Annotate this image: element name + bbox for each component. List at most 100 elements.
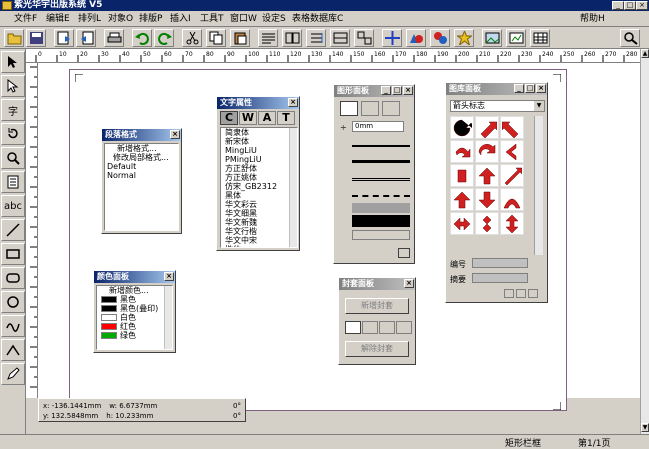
color-list-scrollbar[interactable] [164,286,172,349]
list-item[interactable]: Default [105,162,178,171]
arrow-library-item[interactable] [475,212,499,235]
menu-settings[interactable]: 设定S [262,13,286,25]
line-style-4[interactable] [352,189,410,197]
font-list-item[interactable]: 黑体 [223,191,297,200]
list-item[interactable]: 修改局部格式... [105,153,178,162]
library-category-select[interactable]: 箭头标志 ▼ [450,100,545,112]
save-icon[interactable] [26,29,46,47]
undo-icon[interactable] [132,29,152,47]
arrow-library-item[interactable] [500,212,524,235]
arrow-library-item[interactable] [450,188,474,211]
color-list-item[interactable]: 黑色(叠印) [99,304,172,313]
font-list-item[interactable]: 华文细黑 [223,209,297,218]
shadow-mode-button[interactable] [382,101,400,116]
scroll-up-button[interactable]: ▲ [641,49,649,58]
minimize-icon[interactable]: _ [381,86,391,95]
close-icon[interactable]: × [404,279,414,288]
arrow-library-item[interactable] [450,164,474,187]
cut-icon[interactable] [182,29,202,47]
color-list-item[interactable]: 白色 [99,313,172,322]
tab-c[interactable]: C [220,111,238,125]
tab-t[interactable]: T [277,111,295,125]
pattern-selector[interactable] [352,203,410,213]
scroll-down-button[interactable]: ▼ [641,423,649,432]
rect-tool[interactable] [1,243,25,265]
tab-a[interactable]: A [258,111,276,125]
seal-shape-free[interactable] [396,321,412,334]
library-scrollbar[interactable] [534,116,543,255]
zoom-icon[interactable] [620,29,640,47]
move-icon[interactable] [382,29,402,47]
arrow-library-item[interactable] [500,164,524,187]
arrow-library-item[interactable] [475,116,499,139]
apply-button[interactable] [398,248,410,258]
image-icon[interactable] [482,29,502,47]
font-list-item[interactable]: 仿宋_GB2312 [223,182,297,191]
vertical-scrollbar[interactable]: ▲ ▼ [640,49,649,434]
close-icon[interactable]: × [170,130,180,139]
menu-file[interactable]: 文件F [14,13,37,25]
close-icon[interactable]: × [536,84,546,93]
color-list-item[interactable]: 黑色 [99,295,172,304]
color-list-item[interactable]: 新增颜色... [99,286,172,295]
library-delete-button[interactable] [528,289,538,298]
font-list-item[interactable]: PMingLiU [223,155,297,164]
star-icon[interactable] [454,29,474,47]
shapes-icon[interactable] [406,29,426,47]
text-chain-icon[interactable] [282,29,302,47]
frame-icon[interactable] [330,29,350,47]
menu-object[interactable]: 对象O [108,13,133,25]
font-list[interactable]: 简隶体 新宋体 MingLiU PMingLiU 方正舒体 方正姚体 仿宋_GB2312 黑体… [220,127,298,248]
seal-shape-skew[interactable] [362,321,378,334]
ellipse-tool[interactable] [1,291,25,313]
color-list-item[interactable]: 红色 [99,322,172,331]
subselect-tool[interactable] [1,75,25,97]
font-list-item[interactable]: 华文彩云 [223,200,297,209]
maximize-button[interactable]: □ [624,1,636,10]
font-list-item[interactable]: 简隶体 [223,128,297,137]
color-list-item[interactable]: 绿色 [99,331,172,340]
arrow-library-item[interactable] [450,212,474,235]
maximize-icon[interactable]: □ [392,86,402,95]
paste-icon[interactable] [230,29,250,47]
picture-icon[interactable] [506,29,526,47]
arrow-library-item[interactable] [450,116,474,139]
seal-shape-perspective[interactable] [379,321,395,334]
fill-mode-button[interactable] [340,101,358,116]
font-list-item[interactable]: 华文新魏 [223,218,297,227]
color-preview[interactable] [352,215,410,227]
line-style-2[interactable] [352,155,410,163]
library-note-field[interactable] [472,273,528,283]
color-icon[interactable] [430,29,450,47]
new-seal-button[interactable]: 新增封套 [345,298,409,314]
library-add-button[interactable] [504,289,514,298]
chevron-down-icon[interactable]: ▼ [534,101,544,111]
tab-w[interactable]: W [239,111,257,125]
minimize-icon[interactable]: _ [514,84,524,93]
close-button[interactable]: × [636,1,648,10]
menu-tools[interactable]: 工具T [200,13,224,25]
library-number-field[interactable] [472,258,528,268]
new-icon[interactable] [4,29,24,47]
maximize-icon[interactable]: □ [525,84,535,93]
color-list[interactable]: 新增颜色... 黑色 黑色(叠印) 白色 红色 绿色 [96,285,173,350]
line-style-1[interactable] [352,139,410,147]
polyline-tool[interactable] [1,339,25,361]
line-tool[interactable] [1,219,25,241]
abc-text-tool[interactable]: abc [1,195,25,217]
gradient-control[interactable] [352,230,410,240]
seal-shape-rect[interactable] [345,321,361,334]
font-list-scrollbar[interactable] [289,128,297,247]
list-item[interactable]: 新增格式... [105,144,178,153]
line-style-3[interactable] [352,173,410,181]
group-icon[interactable] [354,29,374,47]
menu-table-db[interactable]: 表格数据库C [292,13,343,25]
font-list-item[interactable]: 方正舒体 [223,164,297,173]
remove-seal-button[interactable]: 解除封套 [345,341,409,357]
close-icon[interactable]: × [288,98,298,107]
menu-edit[interactable]: 编辑E [46,13,70,25]
menu-window[interactable]: 窗口W [230,13,257,25]
arrow-library-item[interactable] [450,140,474,163]
line-width-input[interactable]: 0mm [352,121,404,132]
export-icon[interactable] [76,29,96,47]
